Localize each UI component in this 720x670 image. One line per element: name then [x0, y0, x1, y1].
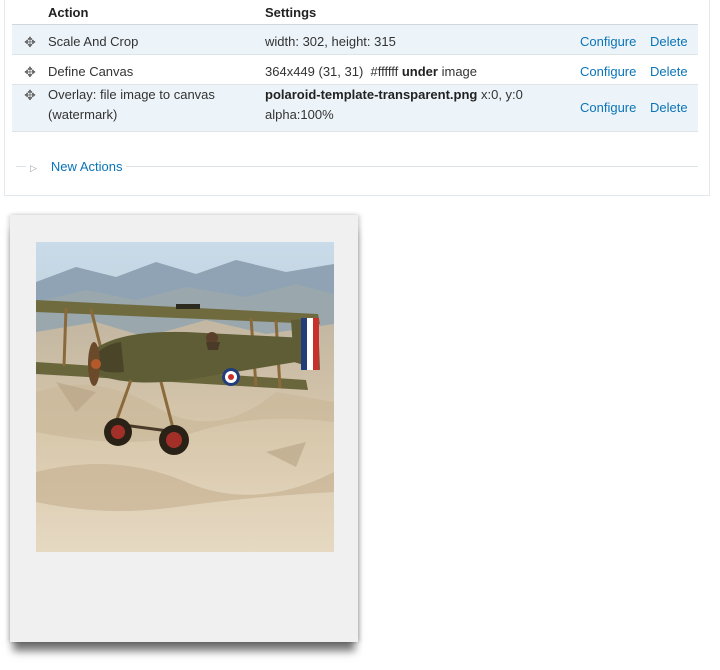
settings-bold-text: polaroid-template-transparent.png — [265, 87, 478, 102]
configure-link[interactable]: Configure — [580, 100, 636, 115]
configure-column-header — [580, 0, 650, 25]
action-name: Scale And Crop — [48, 34, 139, 49]
table-row: ✥ Scale And Crop width: 302, height: 315… — [12, 24, 698, 55]
polaroid-preview — [10, 215, 358, 642]
biplane-photo — [36, 242, 334, 552]
action-column-header: Action — [48, 0, 265, 25]
settings-text: x:0, y:0 — [477, 87, 523, 102]
delete-link[interactable]: Delete — [650, 100, 688, 115]
settings-text: 364x449 (31, 31) #ffffff — [265, 64, 402, 79]
drag-handle-icon[interactable]: ✥ — [24, 32, 36, 52]
action-name: Overlay: file image to canvas (watermark) — [48, 85, 265, 125]
action-name-line: (watermark) — [48, 107, 118, 122]
delete-link[interactable]: Delete — [650, 34, 688, 49]
action-settings: polaroid-template-transparent.png x:0, y… — [265, 85, 580, 125]
actions-table: Action Settings ✥ Scale And Crop width: … — [12, 0, 698, 132]
configure-link[interactable]: Configure — [580, 34, 636, 49]
action-settings: width: 302, height: 315 — [265, 34, 396, 49]
delete-column-header — [650, 0, 698, 25]
action-name: Define Canvas — [48, 64, 134, 79]
settings-bold-text: under — [401, 64, 438, 79]
action-name-line: Overlay: file image to canvas — [48, 87, 215, 102]
drag-handle-icon[interactable]: ✥ — [24, 62, 36, 82]
table-row: ✥ Define Canvas 364x449 (31, 31) #ffffff… — [12, 54, 698, 85]
drag-column-header — [12, 0, 48, 25]
new-actions-fieldset: ▷ New Actions — [16, 158, 698, 177]
triangle-right-icon: ▷ — [30, 163, 37, 173]
new-actions-link[interactable]: New Actions — [51, 159, 123, 174]
actions-table-header: Action Settings — [12, 0, 698, 25]
settings-column-header: Settings — [265, 0, 580, 25]
settings-text: image — [437, 64, 478, 79]
delete-link[interactable]: Delete — [650, 64, 688, 79]
table-row: ✥ Overlay: file image to canvas (watermar… — [12, 84, 698, 132]
new-actions-toggle[interactable]: ▷ New Actions — [26, 158, 127, 177]
action-settings: 364x449 (31, 31) #ffffff under image — [265, 55, 580, 82]
settings-text: alpha:100% — [265, 107, 334, 122]
configure-link[interactable]: Configure — [580, 64, 636, 79]
drag-handle-icon[interactable]: ✥ — [24, 85, 36, 105]
